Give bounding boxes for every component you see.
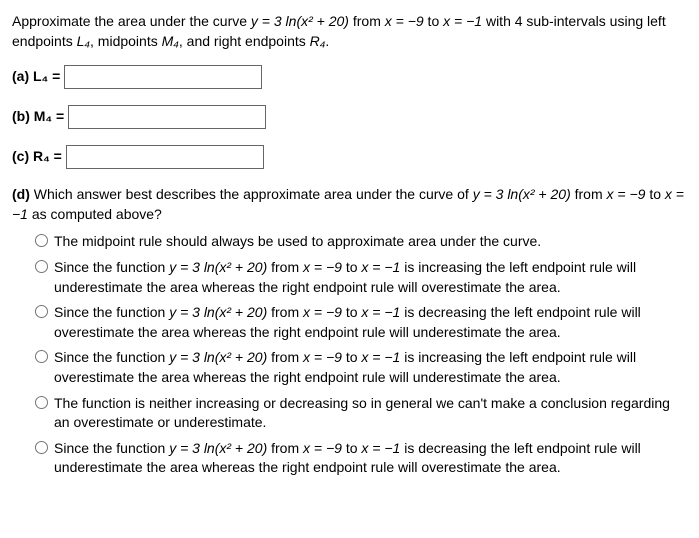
intro-x1: x = −9	[385, 13, 424, 29]
option-5-radio[interactable]	[35, 396, 48, 409]
l4-input[interactable]	[64, 65, 262, 89]
option-5: The function is neither increasing or de…	[12, 394, 687, 433]
d-mid2: to	[645, 186, 664, 202]
option-3-radio[interactable]	[35, 305, 48, 318]
part-d-text: (d) Which answer best describes the appr…	[12, 185, 687, 224]
intro-pre: Approximate the area under the curve	[12, 13, 251, 29]
option-1-label: The midpoint rule should always be used …	[54, 232, 687, 252]
option-6: Since the function y = 3 ln(x² + 20) fro…	[12, 439, 687, 478]
intro-mid3: , midpoints	[90, 33, 162, 49]
o6-eq: y = 3 ln(x² + 20)	[169, 440, 267, 456]
option-6-label: Since the function y = 3 ln(x² + 20) fro…	[54, 439, 687, 478]
o6-x1: x = −9	[303, 440, 342, 456]
part-b-label: (b) M₄ =	[12, 107, 64, 127]
o4-eq: y = 3 ln(x² + 20)	[169, 349, 267, 365]
option-3-label: Since the function y = 3 ln(x² + 20) fro…	[54, 303, 687, 342]
o4-x1: x = −9	[303, 349, 342, 365]
o6-x2: x = −1	[361, 440, 400, 456]
d-eq: y = 3 ln(x² + 20)	[473, 186, 571, 202]
o2-pre: Since the function	[54, 259, 169, 275]
o4-pre: Since the function	[54, 349, 169, 365]
d-x1: x = −9	[607, 186, 646, 202]
intro-x2: x = −1	[443, 13, 482, 29]
o3-x1: x = −9	[303, 304, 342, 320]
d-mid1: from	[571, 186, 607, 202]
intro-mid4: , and right endpoints	[179, 33, 310, 49]
o3-pre: Since the function	[54, 304, 169, 320]
part-c-label: (c) R₄ =	[12, 147, 62, 167]
d-pre: Which answer best describes the approxim…	[30, 186, 473, 202]
o4-x2: x = −1	[361, 349, 400, 365]
o3-mid1: from	[267, 304, 303, 320]
option-4: Since the function y = 3 ln(x² + 20) fro…	[12, 348, 687, 387]
o2-mid2: to	[342, 259, 361, 275]
option-2-radio[interactable]	[35, 260, 48, 273]
part-c-row: (c) R₄ =	[12, 145, 687, 169]
o4-mid2: to	[342, 349, 361, 365]
d-post: as computed above?	[28, 206, 162, 222]
o6-mid2: to	[342, 440, 361, 456]
option-6-radio[interactable]	[35, 441, 48, 454]
intro-R: R₄	[310, 33, 326, 49]
intro-eq: y = 3 ln(x² + 20)	[251, 13, 349, 29]
option-4-label: Since the function y = 3 ln(x² + 20) fro…	[54, 348, 687, 387]
option-2-label: Since the function y = 3 ln(x² + 20) fro…	[54, 258, 687, 297]
intro-mid2: to	[424, 13, 443, 29]
o2-eq: y = 3 ln(x² + 20)	[169, 259, 267, 275]
m4-input[interactable]	[68, 105, 266, 129]
question-intro: Approximate the area under the curve y =…	[12, 12, 687, 51]
option-1: The midpoint rule should always be used …	[12, 232, 687, 252]
o6-mid1: from	[267, 440, 303, 456]
intro-mid1: from	[349, 13, 385, 29]
option-4-radio[interactable]	[35, 350, 48, 363]
option-3: Since the function y = 3 ln(x² + 20) fro…	[12, 303, 687, 342]
intro-L: L₄	[77, 33, 90, 49]
o2-mid1: from	[267, 259, 303, 275]
part-b-row: (b) M₄ =	[12, 105, 687, 129]
o3-mid2: to	[342, 304, 361, 320]
option-5-label: The function is neither increasing or de…	[54, 394, 687, 433]
r4-input[interactable]	[66, 145, 264, 169]
part-d-label: (d)	[12, 186, 30, 202]
o6-pre: Since the function	[54, 440, 169, 456]
intro-end: .	[325, 33, 329, 49]
intro-M: M₄	[162, 33, 179, 49]
part-a-label: (a) L₄ =	[12, 67, 60, 87]
o3-eq: y = 3 ln(x² + 20)	[169, 304, 267, 320]
part-a-row: (a) L₄ =	[12, 65, 687, 89]
option-2: Since the function y = 3 ln(x² + 20) fro…	[12, 258, 687, 297]
o4-mid1: from	[267, 349, 303, 365]
option-1-radio[interactable]	[35, 234, 48, 247]
o3-x2: x = −1	[361, 304, 400, 320]
o2-x1: x = −9	[303, 259, 342, 275]
o2-x2: x = −1	[361, 259, 400, 275]
